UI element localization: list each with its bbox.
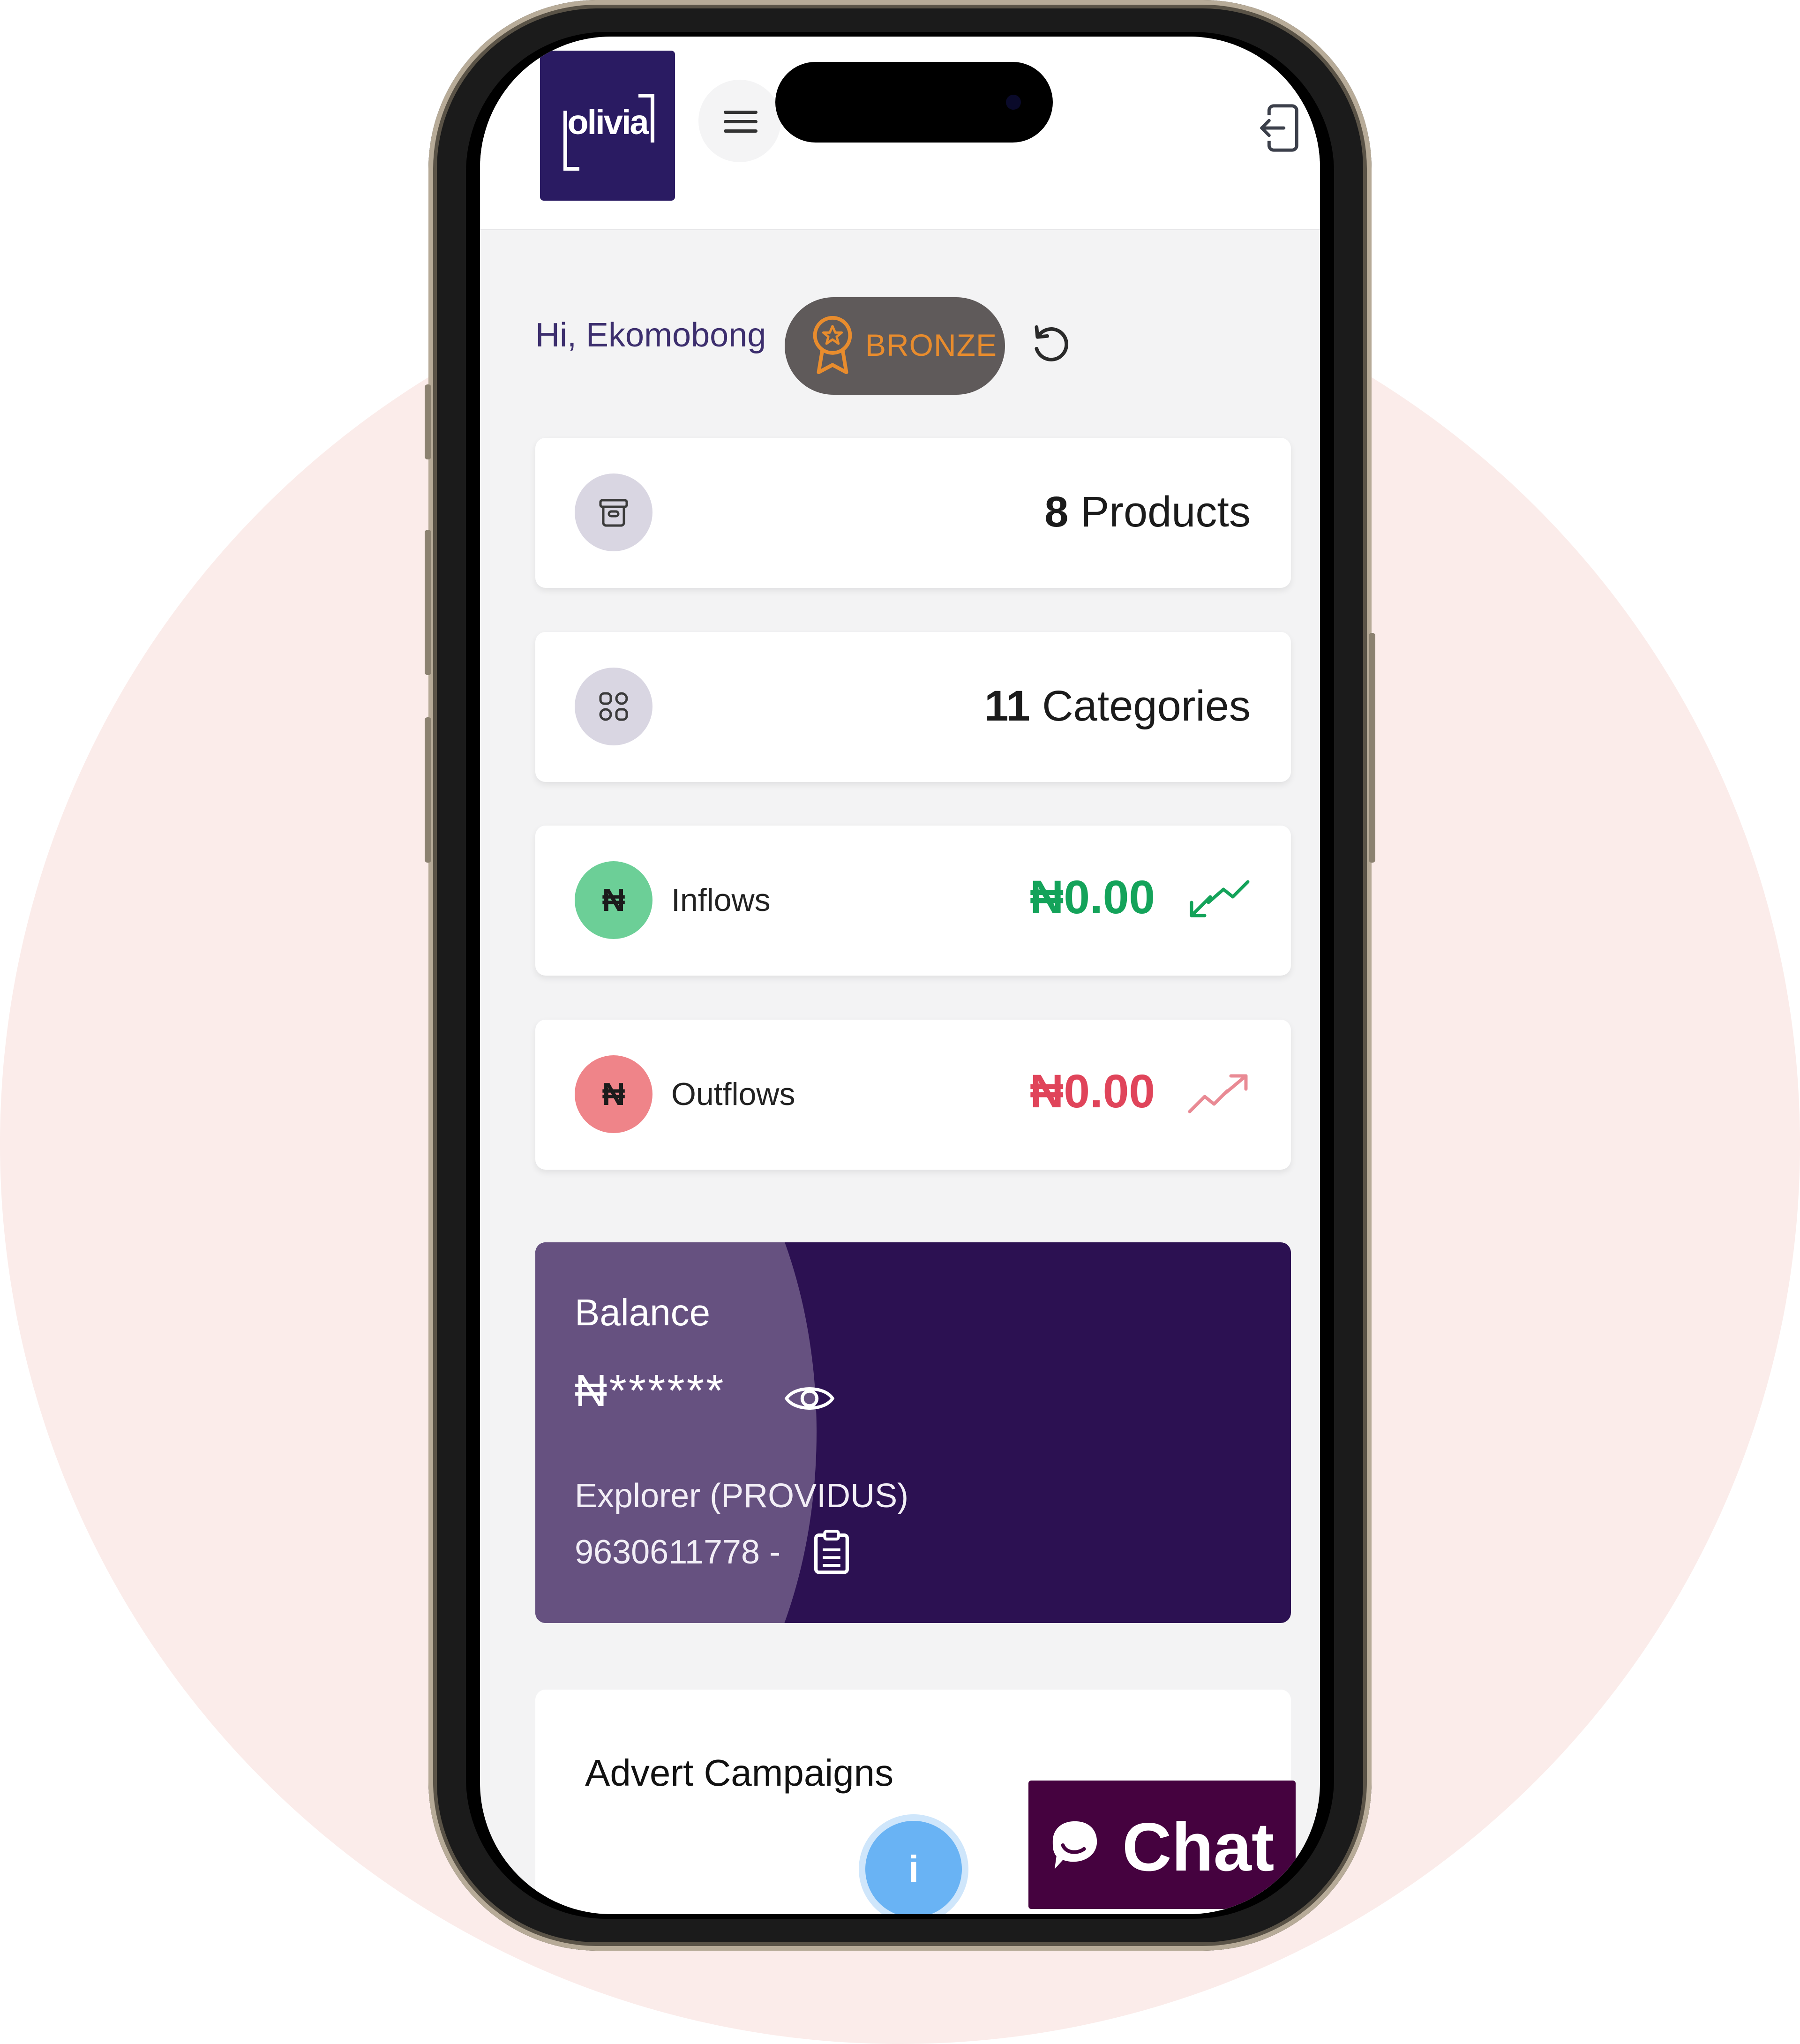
products-icon-circle <box>575 473 652 551</box>
categories-count: 11 <box>984 682 1030 730</box>
products-card[interactable]: 8 Products <box>535 438 1291 588</box>
tier-badge-label: BRONZE <box>865 328 998 362</box>
naira-icon: ₦ <box>602 882 625 918</box>
phone-mute-switch <box>425 384 431 459</box>
tier-badge[interactable]: BRONZE <box>785 297 1005 395</box>
inflows-amount: ₦0.00 <box>1030 871 1155 924</box>
phone-power-button <box>1369 633 1375 863</box>
balance-card: Balance ₦****** Explorer (PROVIDUS) 9630… <box>535 1242 1291 1623</box>
front-camera <box>1006 95 1021 110</box>
account-number: 9630611778 - <box>575 1533 781 1571</box>
package-icon <box>599 499 628 527</box>
bank-name: Explorer (PROVIDUS) <box>575 1477 909 1515</box>
categories-count-text: 11 Categories <box>984 682 1251 731</box>
app-header: olivia <box>480 37 1320 230</box>
info-button[interactable]: i <box>865 1821 962 1914</box>
inflows-label: Inflows <box>671 882 771 918</box>
outflows-icon-circle: ₦ <box>575 1055 652 1133</box>
clipboard-copy-icon[interactable] <box>812 1528 851 1575</box>
phone-bezel: olivia Hi, Ekomobong BRONZE 8 Products 1… <box>466 32 1334 1919</box>
outflows-label: Outflows <box>671 1076 795 1112</box>
phone-volume-up <box>425 530 431 675</box>
olivia-logo[interactable]: olivia <box>540 51 675 201</box>
outflows-card[interactable]: ₦ Outflows ₦0.00 <box>535 1020 1291 1170</box>
logout-icon[interactable] <box>1256 102 1301 154</box>
chat-label: Chat <box>1122 1809 1275 1885</box>
trending-up-arrow-icon <box>1188 1074 1248 1113</box>
products-count-text: 8 Products <box>1044 488 1251 537</box>
greeting-text: Hi, Ekomobong <box>535 316 766 354</box>
products-count: 8 <box>1044 488 1069 536</box>
phone-volume-down <box>425 717 431 863</box>
advert-campaigns-title: Advert Campaigns <box>585 1752 894 1794</box>
app-screen: olivia Hi, Ekomobong BRONZE 8 Products 1… <box>480 37 1320 1914</box>
categories-icon-circle <box>575 668 652 745</box>
naira-icon: ₦ <box>602 1076 625 1112</box>
hamburger-icon-line <box>724 129 758 133</box>
logo-text: olivia <box>567 103 649 142</box>
inflows-icon-circle: ₦ <box>575 861 652 939</box>
eye-icon[interactable] <box>784 1377 835 1420</box>
categories-label: Categories <box>1042 682 1251 730</box>
inflows-card[interactable]: ₦ Inflows ₦0.00 <box>535 826 1291 976</box>
balance-title: Balance <box>575 1292 711 1333</box>
categories-card[interactable]: 11 Categories <box>535 632 1291 782</box>
award-icon <box>813 316 852 375</box>
chat-bubble-icon <box>1052 1821 1097 1870</box>
products-label: Products <box>1080 488 1251 536</box>
phone-frame: olivia Hi, Ekomobong BRONZE 8 Products 1… <box>425 0 1375 1951</box>
hamburger-icon-line <box>724 120 758 123</box>
hamburger-icon <box>724 111 758 114</box>
refresh-icon[interactable] <box>1029 323 1072 367</box>
outflows-amount: ₦0.00 <box>1030 1065 1155 1118</box>
trending-down-arrow-icon <box>1190 880 1250 917</box>
grid-icon <box>599 692 628 721</box>
dynamic-island <box>775 62 1053 143</box>
hamburger-menu-button[interactable] <box>698 80 781 162</box>
chat-button[interactable]: Chat <box>1028 1781 1296 1909</box>
balance-amount: ₦****** <box>575 1366 726 1416</box>
